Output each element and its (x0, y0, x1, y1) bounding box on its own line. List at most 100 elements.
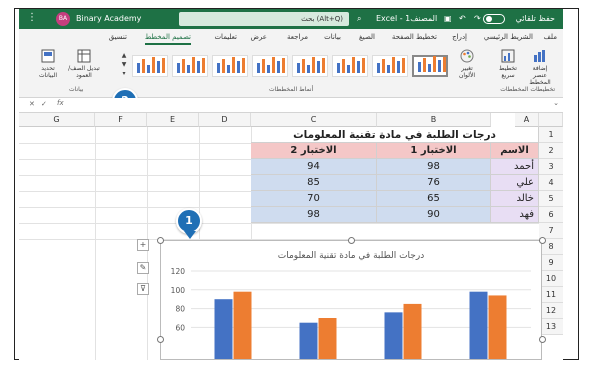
resize-handle[interactable] (539, 336, 546, 343)
fx-label[interactable]: fx (57, 99, 64, 107)
add-chart-element-icon (534, 50, 545, 62)
row-header[interactable]: 4 (539, 175, 563, 191)
table-cell-name[interactable]: خالد (491, 191, 539, 207)
chart-style-thumb-selected[interactable] (412, 55, 448, 77)
row-header[interactable]: 5 (539, 191, 563, 207)
avatar[interactable]: BA (56, 12, 70, 26)
app-launcher-icon[interactable]: ⋮ (27, 13, 37, 23)
column-header-c[interactable]: C (251, 113, 377, 127)
style-thumb-bar (428, 64, 431, 72)
table-title-cell[interactable]: درجات الطلبة في مادة تقنية المعلومات (251, 127, 539, 143)
chart-styles-gallery[interactable] (132, 49, 448, 83)
table-cell-test1[interactable]: 90 (377, 207, 491, 223)
column-header-e[interactable]: E (147, 113, 199, 127)
tab-insert[interactable]: إدراج (452, 29, 467, 45)
column-header-g[interactable]: G (19, 113, 95, 127)
table-cell-name[interactable]: فهد (491, 207, 539, 223)
resize-handle[interactable] (539, 237, 546, 244)
table-cell-test1[interactable]: 65 (377, 191, 491, 207)
table-cell-test2[interactable]: 70 (251, 191, 377, 207)
style-thumb-bar (137, 63, 140, 73)
style-thumb-bar (147, 65, 150, 73)
style-thumb-bar (152, 57, 155, 73)
resize-handle[interactable] (348, 237, 355, 244)
chart[interactable]: درجات الطلبة في مادة تقنية المعلومات 120 1… (160, 240, 542, 361)
column-header-f[interactable]: F (95, 113, 147, 127)
search-input[interactable]: بحث (Alt+Q) (179, 12, 349, 26)
switch-row-column-icon (77, 49, 91, 63)
row-header[interactable]: 12 (539, 303, 563, 319)
tab-view[interactable]: عرض (250, 29, 267, 45)
enter-icon[interactable]: ✓ (41, 100, 47, 108)
chart-bar (469, 291, 488, 361)
header-name-cell[interactable]: الاسم (491, 143, 539, 159)
chart-style-thumb[interactable] (212, 55, 248, 77)
column-header-d[interactable]: D (199, 113, 251, 127)
resize-handle[interactable] (157, 336, 164, 343)
row-header[interactable]: 1 (539, 127, 563, 143)
style-thumb-bar (272, 57, 275, 73)
gallery-scroll[interactable]: ▲ ▼ ▾ (119, 51, 129, 81)
tab-file[interactable]: ملف (544, 29, 557, 45)
table-cell-test2[interactable]: 98 (251, 207, 377, 223)
row-header[interactable]: 9 (539, 255, 563, 271)
switch-row-column-button[interactable]: تبديل الصف/ العمود (67, 49, 101, 79)
column-header-b[interactable]: B (377, 113, 491, 127)
formula-bar[interactable]: ✕ ✓ fx ⌄ (19, 98, 563, 113)
row-header[interactable]: 13 (539, 319, 563, 335)
save-icon[interactable]: ▣ (444, 9, 452, 29)
cancel-icon[interactable]: ✕ (29, 100, 35, 108)
tab-home[interactable]: الشريط الرئيسي (484, 29, 533, 45)
chart-style-thumb[interactable] (292, 55, 328, 77)
redo-icon[interactable]: ↷ (474, 9, 481, 29)
file-name: Excel - المصنف1 (376, 14, 438, 23)
resize-handle[interactable] (157, 237, 164, 244)
chart-bar (299, 322, 318, 361)
table-cell-test1[interactable]: 98 (377, 159, 491, 175)
row-header[interactable]: 10 (539, 271, 563, 287)
row-header[interactable]: 11 (539, 287, 563, 303)
chevron-down-icon[interactable]: ⌄ (553, 99, 559, 107)
quick-layout-button[interactable]: تخطيط سريع (495, 49, 521, 79)
tab-formulas[interactable]: الصيغ (359, 29, 375, 45)
tab-chart-design[interactable]: تصميم المخطط (144, 29, 191, 45)
chart-styles-button[interactable]: ✎ (137, 262, 149, 274)
style-thumb-bar (227, 65, 230, 73)
tab-page-layout[interactable]: تخطيط الصفحة (392, 29, 437, 45)
select-all-corner[interactable] (539, 113, 563, 127)
tab-help[interactable]: تعليمات (214, 29, 237, 45)
header-test2-cell[interactable]: الاختبار 2 (251, 143, 377, 159)
select-data-button[interactable]: تحديد البيانات (33, 49, 63, 79)
change-colors-button[interactable]: تغيير الألوان (455, 49, 479, 79)
table-cell-test2[interactable]: 85 (251, 175, 377, 191)
style-thumb-bar (397, 61, 400, 73)
chart-filters-button[interactable]: ⊽ (137, 283, 149, 295)
chart-style-thumb[interactable] (252, 55, 288, 77)
table-cell-name[interactable]: أحمد (491, 159, 539, 175)
header-test1-cell[interactable]: الاختبار 1 (377, 143, 491, 159)
add-chart-element-button[interactable]: إضافة عنصر المخطط (525, 49, 555, 86)
row-header[interactable]: 3 (539, 159, 563, 175)
autosave-toggle[interactable] (483, 14, 505, 24)
undo-icon[interactable]: ↶ (459, 9, 466, 29)
row-header[interactable]: 6 (539, 207, 563, 223)
table-cell-test2[interactable]: 94 (251, 159, 377, 175)
title-bar: ⋮ BA Binary Academy بحث (Alt+Q) ⌕ Excel … (19, 9, 563, 29)
chart-style-thumb[interactable] (332, 55, 368, 77)
chart-style-thumb[interactable] (132, 55, 168, 77)
column-header-a[interactable]: A (515, 113, 539, 127)
tab-data[interactable]: بيانات (324, 29, 341, 45)
tab-format[interactable]: تنسيق (109, 29, 127, 45)
style-thumb-bar (352, 57, 355, 73)
table-cell-name[interactable]: علي (491, 175, 539, 191)
tab-review[interactable]: مراجعة (287, 29, 308, 45)
layouts-group-label: تخطيطات المخططات (500, 86, 555, 93)
chart-bar (488, 295, 507, 361)
chart-style-thumb[interactable] (372, 55, 408, 77)
chart-style-thumb[interactable] (172, 55, 208, 77)
row-header[interactable]: 2 (539, 143, 563, 159)
style-thumb-bar (423, 58, 426, 72)
style-thumb-bar (382, 59, 385, 73)
table-cell-test1[interactable]: 76 (377, 175, 491, 191)
chart-elements-button[interactable]: + (137, 239, 149, 251)
